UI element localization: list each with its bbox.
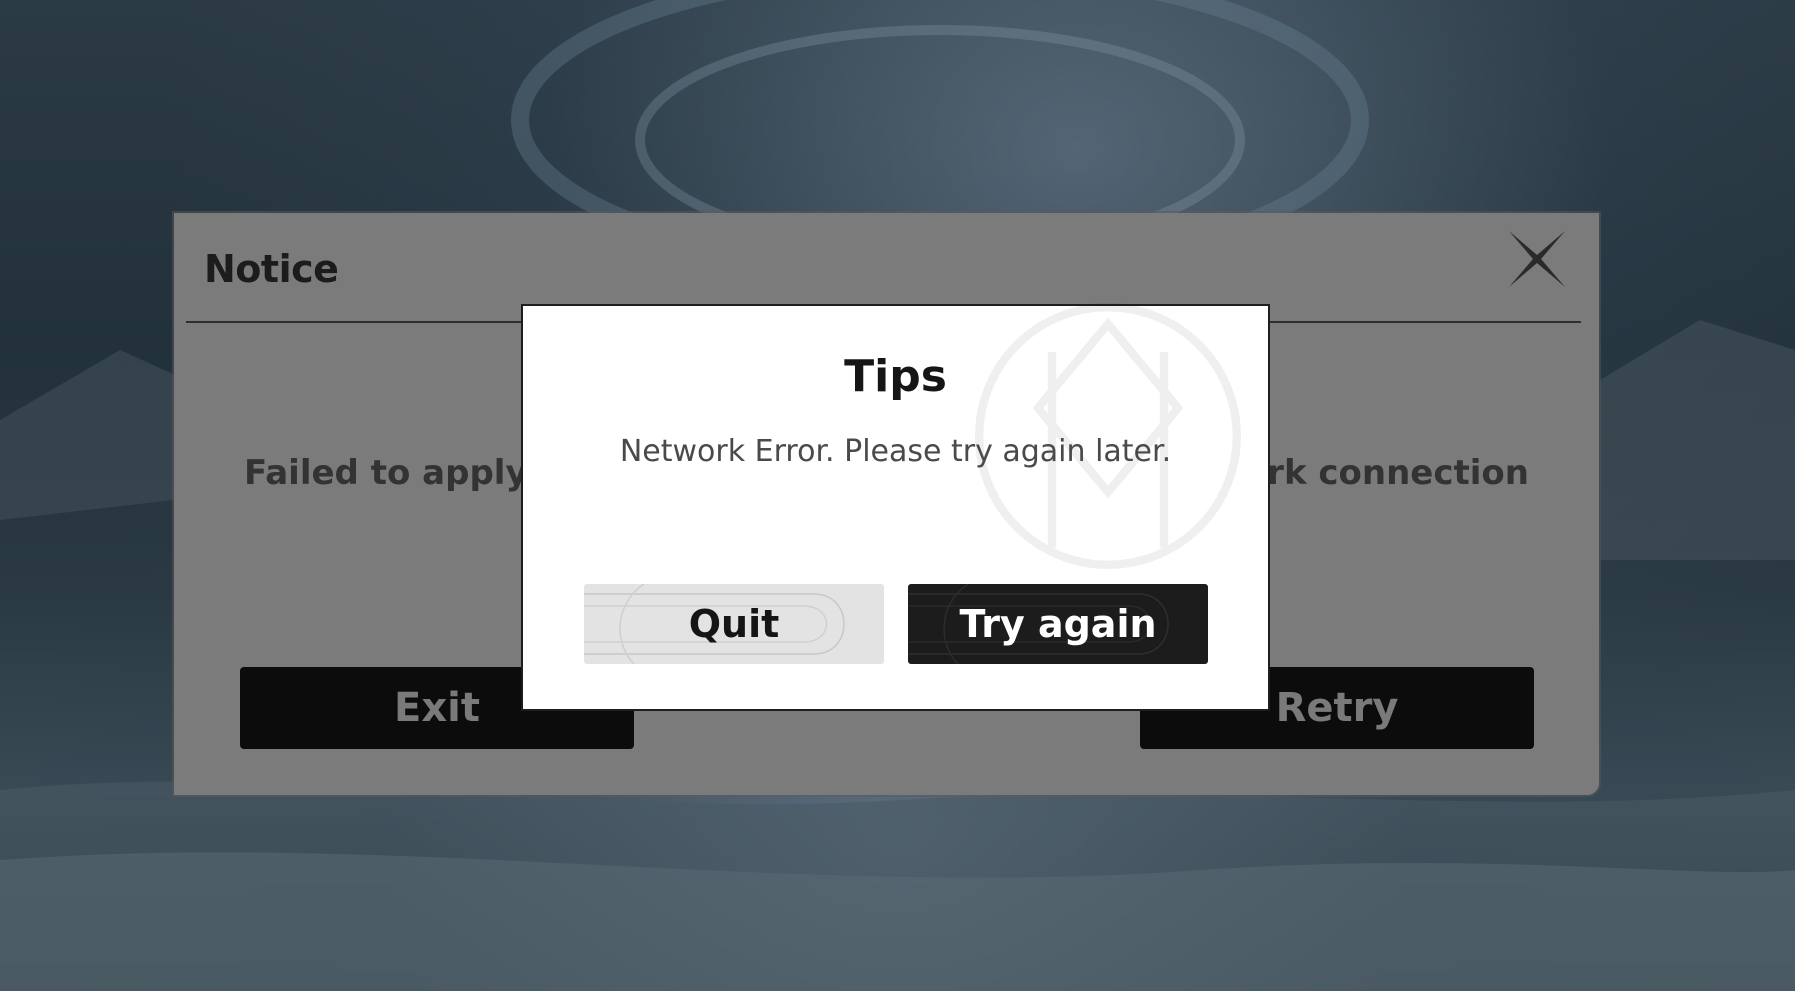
- tips-dialog: Tips Network Error. Please try again lat…: [521, 303, 1270, 711]
- notice-message-right: ork connection: [1243, 453, 1529, 493]
- retry-button-label: Retry: [1275, 685, 1399, 731]
- close-x-icon[interactable]: [1505, 227, 1569, 291]
- game-launcher-screen: Notice Failed to apply R ork connection …: [0, 0, 1795, 991]
- tips-message: Network Error. Please try again later.: [619, 434, 1172, 469]
- notice-message-left: Failed to apply R: [244, 453, 566, 493]
- try-again-button[interactable]: Try again: [908, 584, 1208, 664]
- quit-button[interactable]: Quit: [584, 584, 884, 664]
- notice-title: Notice: [204, 247, 339, 291]
- quit-button-label: Quit: [688, 602, 780, 646]
- tips-title: Tips: [844, 351, 947, 402]
- exit-button-label: Exit: [394, 685, 480, 731]
- try-again-button-label: Try again: [959, 602, 1157, 646]
